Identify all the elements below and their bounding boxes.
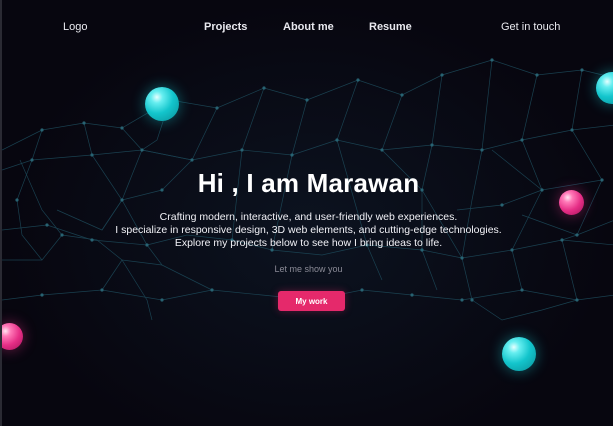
hero-description-line: Explore my projects below to see how I b… [174, 237, 443, 249]
top-nav: Logo Projects About me Resume Get in tou… [2, 0, 613, 56]
hero-title: Hi , I am Marawan [197, 168, 420, 198]
portfolio-page: Logo Projects About me Resume Get in tou… [0, 0, 613, 426]
hero-subtext: Let me show you [274, 264, 343, 274]
hero-description-line: Crafting modern, interactive, and user-f… [159, 211, 458, 223]
cyan-sphere-decoration [502, 337, 536, 371]
cyan-sphere-decoration [145, 87, 179, 121]
nav-link-about-me[interactable]: About me [283, 21, 334, 33]
nav-link-projects[interactable]: Projects [204, 21, 247, 33]
my-work-button[interactable]: My work [278, 291, 345, 311]
hero-description: Crafting modern, interactive, and user-f… [2, 211, 613, 250]
nav-link-resume[interactable]: Resume [369, 21, 412, 33]
hero-description-line: I specialize in responsive design, 3D we… [115, 224, 502, 236]
get-in-touch-link[interactable]: Get in touch [501, 21, 560, 33]
logo[interactable]: Logo [63, 21, 87, 33]
